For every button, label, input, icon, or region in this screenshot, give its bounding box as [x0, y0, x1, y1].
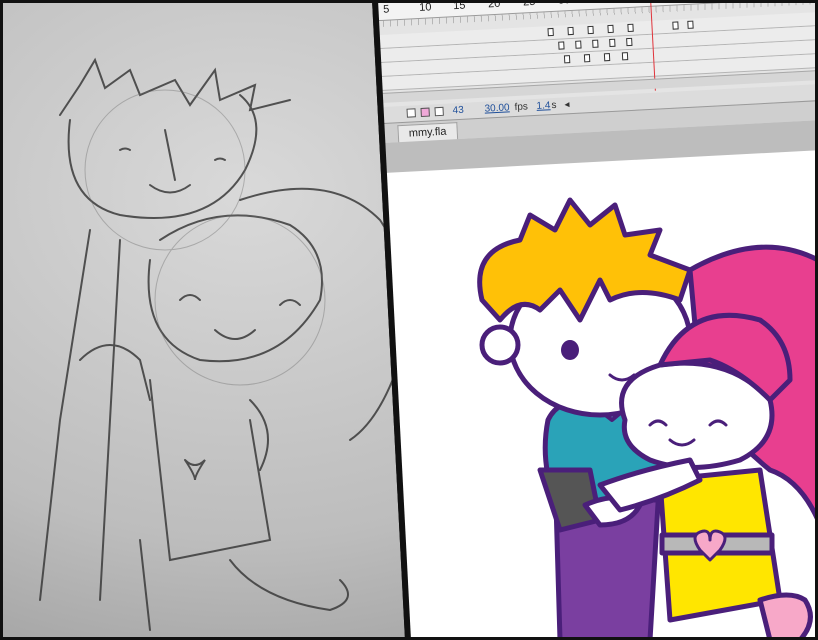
boy-eye [561, 340, 579, 360]
girl-leg [757, 592, 813, 640]
boy-ear [479, 324, 521, 366]
